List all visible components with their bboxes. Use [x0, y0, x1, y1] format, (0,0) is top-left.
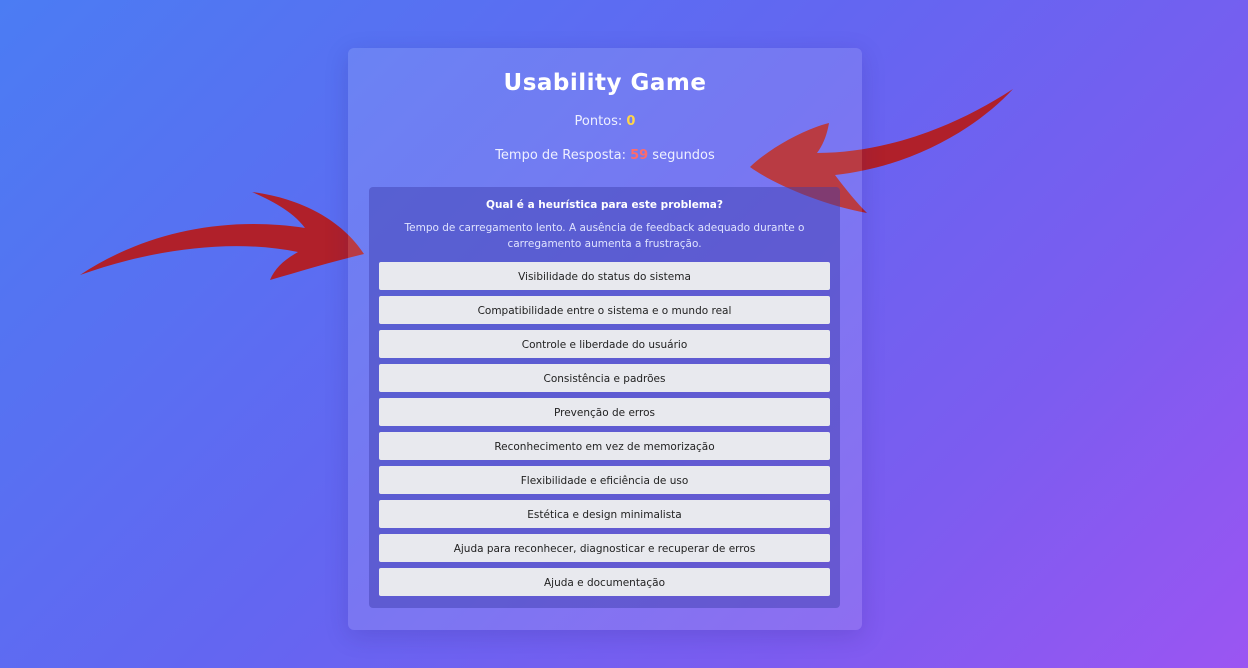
- score-value: 0: [626, 114, 636, 129]
- score-display: Pontos: 0: [348, 114, 862, 129]
- option-button-consistency[interactable]: Consistência e padrões: [379, 364, 830, 392]
- game-title: Usability Game: [503, 70, 707, 96]
- timer-unit: segundos: [648, 148, 715, 163]
- problem-description: Tempo de carregamento lento. A ausência …: [404, 222, 805, 250]
- option-button-real-world-match[interactable]: Compatibilidade entre o sistema e o mund…: [379, 296, 830, 324]
- option-button-visibility[interactable]: Visibilidade do status do sistema: [379, 262, 830, 290]
- option-button-help-docs[interactable]: Ajuda e documentação: [379, 568, 830, 596]
- timer-display: Tempo de Resposta: 59 segundos: [348, 148, 862, 163]
- option-button-minimalist-design[interactable]: Estética e design minimalista: [379, 500, 830, 528]
- option-button-flexibility[interactable]: Flexibilidade e eficiência de uso: [379, 466, 830, 494]
- answer-options: Visibilidade do status do sistema Compat…: [379, 262, 830, 602]
- score-label: Pontos:: [574, 114, 627, 129]
- game-card: Usability Game Pontos: 0 Tempo de Respos…: [348, 48, 862, 630]
- question-prompt: Qual é a heurística para este problema?: [486, 199, 723, 211]
- left-arrow-annotation: [80, 192, 364, 280]
- option-button-error-prevention[interactable]: Prevenção de erros: [379, 398, 830, 426]
- timer-label: Tempo de Resposta:: [495, 148, 631, 163]
- option-button-error-recovery[interactable]: Ajuda para reconhecer, diagnosticar e re…: [379, 534, 830, 562]
- option-button-user-control[interactable]: Controle e liberdade do usuário: [379, 330, 830, 358]
- timer-value: 59: [630, 148, 649, 163]
- question-panel: Qual é a heurística para este problema? …: [369, 187, 840, 608]
- option-button-recognition[interactable]: Reconhecimento em vez de memorização: [379, 432, 830, 460]
